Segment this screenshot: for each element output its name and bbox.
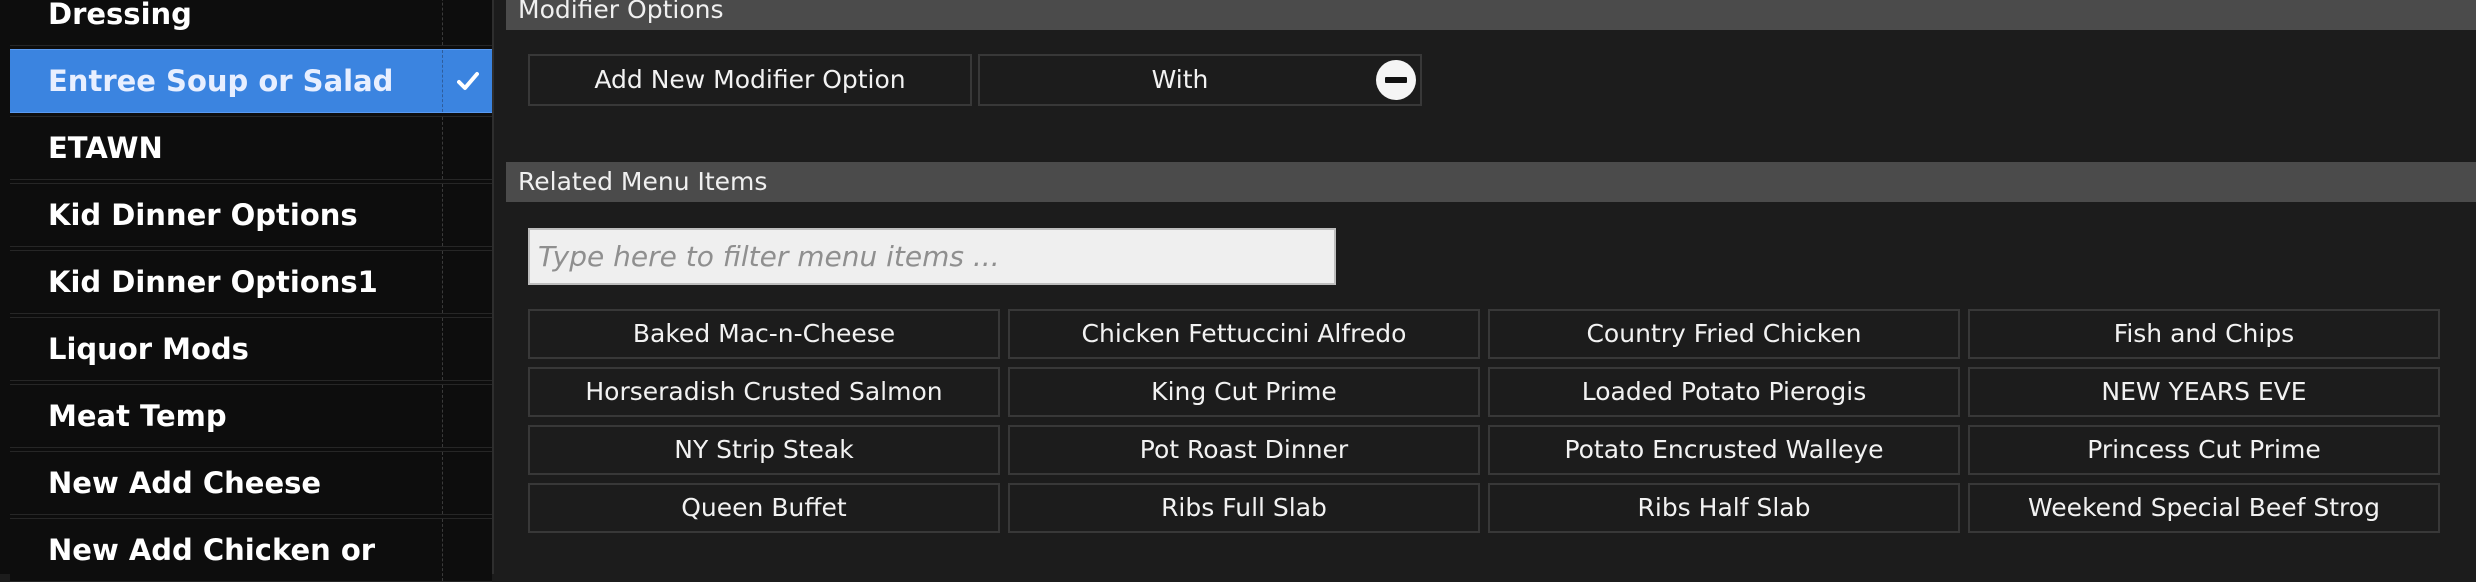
modifier-options-header: Modifier Options (506, 0, 2476, 30)
menu-item-button[interactable]: Pot Roast Dinner (1008, 425, 1480, 475)
related-menu-items-grid: Baked Mac-n-Cheese Chicken Fettuccini Al… (528, 309, 2444, 533)
menu-item-button[interactable]: NY Strip Steak (528, 425, 1000, 475)
modifier-option-label: With (1151, 65, 1209, 94)
related-menu-items-header: Related Menu Items (506, 162, 2476, 202)
check-cell (442, 452, 492, 514)
check-cell (442, 251, 492, 313)
list-item-label: Kid Dinner Options (48, 198, 358, 232)
menu-item-button[interactable]: Fish and Chips (1968, 309, 2440, 359)
remove-icon[interactable] (1376, 60, 1416, 100)
menu-item-button[interactable]: Potato Encrusted Walleye (1488, 425, 1960, 475)
list-item-etawn[interactable]: ETAWN (10, 116, 492, 180)
checkmark-icon (457, 72, 479, 90)
check-cell (442, 184, 492, 246)
list-item-label: New Add Chicken or (48, 533, 376, 567)
list-item-label: Liquor Mods (48, 332, 249, 366)
list-item-new-add-chicken-or[interactable]: New Add Chicken or (10, 518, 492, 582)
menu-item-button[interactable]: Baked Mac-n-Cheese (528, 309, 1000, 359)
menu-item-button[interactable]: Ribs Full Slab (1008, 483, 1480, 533)
menu-item-button[interactable]: Loaded Potato Pierogis (1488, 367, 1960, 417)
list-item-label: Kid Dinner Options1 (48, 265, 378, 299)
menu-item-button[interactable]: Horseradish Crusted Salmon (528, 367, 1000, 417)
list-item-dressing[interactable]: Dressing (10, 0, 492, 46)
list-item-kid-dinner-options1[interactable]: Kid Dinner Options1 (10, 250, 492, 314)
filter-menu-items-input[interactable] (528, 228, 1336, 285)
modifier-option-with[interactable]: With (978, 54, 1422, 106)
check-cell (442, 0, 492, 45)
panel-divider (492, 0, 494, 574)
modifier-group-list: Dressing Entree Soup or Salad ETAWN Kid … (0, 0, 494, 582)
check-cell (442, 117, 492, 179)
list-item-label: ETAWN (48, 131, 163, 165)
list-item-kid-dinner-options[interactable]: Kid Dinner Options (10, 183, 492, 247)
list-item-liquor-mods[interactable]: Liquor Mods (10, 317, 492, 381)
list-item-label: Dressing (48, 0, 192, 31)
check-cell (442, 519, 492, 581)
add-modifier-option-button[interactable]: Add New Modifier Option (528, 54, 972, 106)
check-cell (442, 318, 492, 380)
menu-item-button[interactable]: NEW YEARS EVE (1968, 367, 2440, 417)
menu-item-button[interactable]: Country Fried Chicken (1488, 309, 1960, 359)
list-item-meat-temp[interactable]: Meat Temp (10, 384, 492, 448)
list-item-label: Entree Soup or Salad (48, 64, 394, 98)
menu-item-button[interactable]: Princess Cut Prime (1968, 425, 2440, 475)
check-cell (442, 50, 492, 112)
list-item-new-add-cheese[interactable]: New Add Cheese (10, 451, 492, 515)
menu-item-button[interactable]: King Cut Prime (1008, 367, 1480, 417)
menu-item-button[interactable]: Weekend Special Beef Strog (1968, 483, 2440, 533)
menu-item-button[interactable]: Queen Buffet (528, 483, 1000, 533)
menu-item-button[interactable]: Chicken Fettuccini Alfredo (1008, 309, 1480, 359)
list-item-label: Meat Temp (48, 399, 227, 433)
list-item-label: New Add Cheese (48, 466, 322, 500)
menu-item-button[interactable]: Ribs Half Slab (1488, 483, 1960, 533)
check-cell (442, 385, 492, 447)
list-item-entree-soup-or-salad[interactable]: Entree Soup or Salad (10, 49, 492, 113)
